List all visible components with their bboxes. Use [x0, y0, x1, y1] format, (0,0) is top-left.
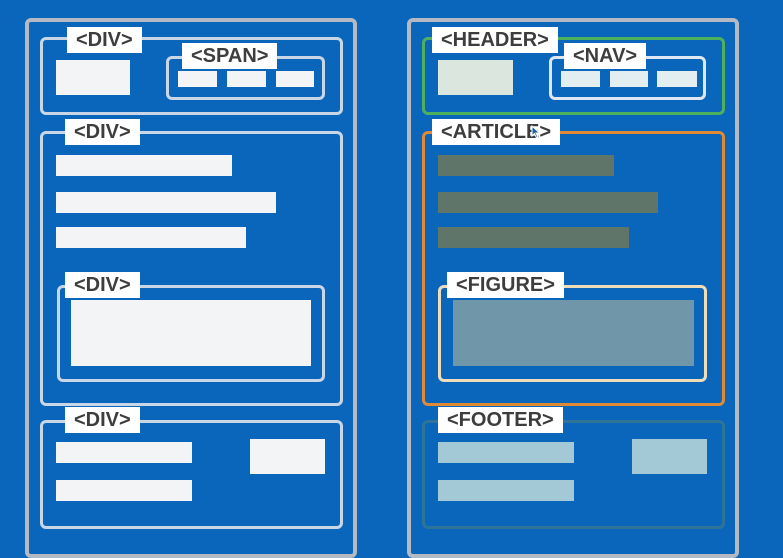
generic-footer-button	[250, 439, 325, 474]
generic-text-line-3	[56, 227, 246, 248]
semantic-nav-label: <NAV>	[564, 43, 647, 69]
semantic-footer-label: <FOOTER>	[438, 407, 563, 433]
generic-image-block	[71, 300, 311, 366]
semantic-nav-item-1	[561, 71, 600, 87]
generic-footer-line-1	[56, 442, 192, 463]
generic-span-item-2	[227, 71, 266, 87]
generic-text-line-2	[56, 192, 276, 213]
semantic-text-line-3	[438, 227, 629, 248]
semantic-footer-box	[422, 420, 725, 529]
semantic-text-line-2	[438, 192, 658, 213]
semantic-figure-label: <FIGURE>	[447, 272, 564, 298]
generic-span-label: <SPAN>	[182, 43, 278, 69]
generic-text-line-1	[56, 155, 232, 176]
generic-logo-block	[56, 60, 130, 95]
generic-footer-div-label: <DIV>	[65, 407, 140, 433]
generic-inner-div-label: <DIV>	[65, 272, 140, 298]
generic-footer-line-2	[56, 480, 192, 501]
generic-header-div-label: <DIV>	[67, 27, 142, 53]
semantic-logo-block	[438, 60, 513, 95]
semantic-nav-item-3	[657, 71, 697, 87]
semantic-footer-line-1	[438, 442, 574, 463]
semantic-header-label: <HEADER>	[432, 27, 558, 53]
generic-footer-div	[40, 420, 343, 529]
semantic-footer-line-2	[438, 480, 574, 501]
semantic-footer-button	[632, 439, 707, 474]
generic-content-div-label: <DIV>	[65, 119, 140, 145]
generic-span-item-3	[276, 71, 314, 87]
generic-span-item-1	[178, 71, 217, 87]
semantic-text-line-1	[438, 155, 614, 176]
semantic-nav-item-2	[610, 71, 648, 87]
cursor-icon	[531, 125, 541, 139]
semantic-image-block	[453, 300, 694, 366]
